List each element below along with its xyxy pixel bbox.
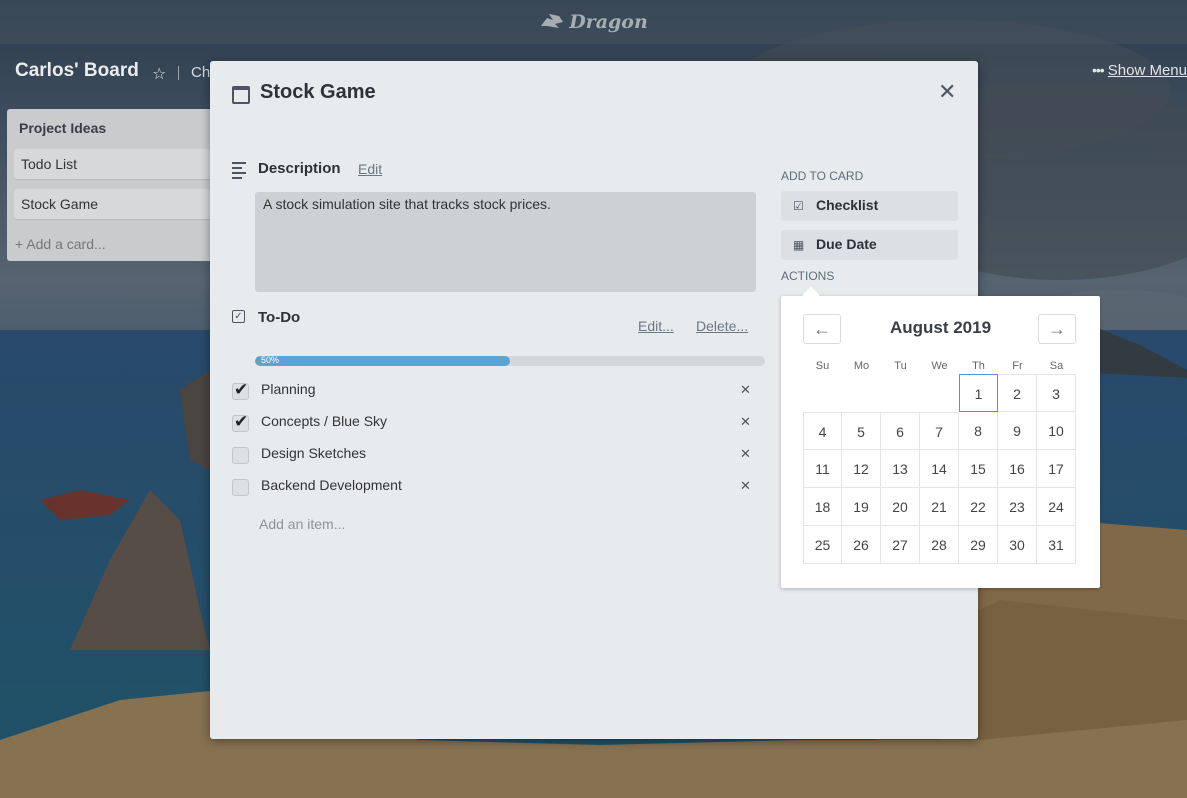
calendar-day[interactable]: 28: [920, 526, 959, 564]
checklist-item-label[interactable]: Design Sketches: [261, 445, 366, 461]
close-icon[interactable]: ✕: [938, 79, 956, 105]
calendar-day[interactable]: 16: [998, 450, 1037, 488]
calendar-day[interactable]: 11: [803, 450, 842, 488]
calendar-day[interactable]: 4: [803, 412, 842, 450]
calendar-day[interactable]: 23: [998, 488, 1037, 526]
weekday-label: Sa: [1049, 360, 1064, 372]
weekday-label: Th: [972, 360, 985, 372]
calendar-day[interactable]: 1: [959, 374, 998, 412]
description-text: A stock simulation site that tracks stoc…: [263, 196, 551, 212]
calendar-day[interactable]: 29: [959, 526, 998, 564]
calendar-day[interactable]: 25: [803, 526, 842, 564]
weekday-label: We: [931, 360, 948, 372]
add-item-input[interactable]: Add an item...: [259, 516, 345, 532]
app-header: Dragon: [0, 0, 1187, 44]
description-heading: Description: [258, 160, 341, 177]
checklist-item-label[interactable]: Concepts / Blue Sky: [261, 413, 387, 429]
actions-heading: ACTIONS: [781, 269, 835, 283]
checkbox[interactable]: [232, 380, 249, 400]
calendar-day[interactable]: 5: [842, 412, 881, 450]
description-icon: [232, 162, 246, 182]
checklist-icon: ✓: [232, 310, 245, 323]
list-card[interactable]: Todo List: [14, 149, 219, 180]
card-icon: [232, 86, 250, 104]
dragon-icon: [539, 10, 565, 35]
checklist-button-label: Checklist: [816, 197, 879, 213]
list-card[interactable]: Stock Game: [14, 189, 219, 220]
calendar-day[interactable]: 10: [1037, 412, 1076, 450]
checklist-button[interactable]: ☑ Checklist: [781, 191, 958, 221]
weekday-label: Fr: [1012, 360, 1023, 372]
due-date-button[interactable]: ▦ Due Date: [781, 230, 958, 260]
calendar-day[interactable]: 8: [959, 412, 998, 450]
calendar-day[interactable]: 6: [881, 412, 920, 450]
calendar-day[interactable]: 22: [959, 488, 998, 526]
checklist-item: Concepts / Blue Sky ✕: [232, 412, 762, 437]
weekday-label: Tu: [894, 360, 907, 372]
calendar-day[interactable]: 24: [1037, 488, 1076, 526]
calendar-day[interactable]: 12: [842, 450, 881, 488]
list-card-label: Todo List: [21, 156, 78, 172]
remove-item-icon[interactable]: ✕: [740, 414, 751, 430]
calendar-day[interactable]: 3: [1037, 374, 1076, 412]
calendar-day[interactable]: 13: [881, 450, 920, 488]
calendar-day[interactable]: 14: [920, 450, 959, 488]
calendar-day[interactable]: 9: [998, 412, 1037, 450]
checklist-delete-link[interactable]: Delete...: [696, 318, 748, 334]
calendar-day[interactable]: 2: [998, 374, 1037, 412]
divider: [178, 66, 179, 80]
calendar-day[interactable]: 20: [881, 488, 920, 526]
next-month-arrow-icon[interactable]: →: [1038, 314, 1076, 344]
date-picker-popover: ← August 2019 → Su Mo Tu We Th Fr Sa 123456789…: [781, 286, 1100, 588]
checkbox[interactable]: [232, 447, 249, 464]
show-menu-link[interactable]: Show Menu: [1108, 62, 1187, 79]
checkbox[interactable]: [232, 479, 249, 496]
calendar-day[interactable]: 17: [1037, 450, 1076, 488]
checkbox[interactable]: [232, 412, 249, 432]
checklist-item-label[interactable]: Planning: [261, 381, 316, 397]
board-title[interactable]: Carlos' Board: [15, 60, 139, 82]
calendar-day[interactable]: 19: [842, 488, 881, 526]
calendar-day[interactable]: 15: [959, 450, 998, 488]
list-title[interactable]: Project Ideas: [19, 120, 106, 136]
weekday-label: Mo: [853, 360, 870, 372]
checklist-item-label[interactable]: Backend Development: [261, 477, 402, 493]
checkbox-icon: ☑: [793, 199, 804, 213]
board-chip[interactable]: Ch: [191, 64, 210, 81]
description-edit-link[interactable]: Edit: [358, 161, 382, 177]
add-card-link[interactable]: + Add a card...: [15, 236, 106, 252]
calendar-day[interactable]: 18: [803, 488, 842, 526]
list-project-ideas: Project Ideas Todo List Stock Game + Add…: [7, 109, 227, 261]
remove-item-icon[interactable]: ✕: [740, 446, 751, 462]
more-icon: •••: [1092, 62, 1105, 78]
calendar-day[interactable]: 26: [842, 526, 881, 564]
checklist-progress-bar: 50%: [255, 356, 765, 366]
card-title[interactable]: Stock Game: [260, 81, 376, 104]
calendar-icon: ▦: [793, 238, 805, 252]
progress-label: 50%: [261, 356, 280, 365]
description-box[interactable]: A stock simulation site that tracks stoc…: [255, 192, 756, 292]
checklist-item: Backend Development ✕: [232, 477, 762, 501]
remove-item-icon[interactable]: ✕: [740, 382, 751, 398]
due-date-button-label: Due Date: [816, 236, 877, 252]
remove-item-icon[interactable]: ✕: [740, 478, 751, 494]
progress-fill: 50%: [255, 356, 510, 366]
weekday-label: Su: [815, 360, 830, 372]
checklist-heading: To-Do: [258, 309, 301, 326]
calendar-day[interactable]: 27: [881, 526, 920, 564]
checklist-edit-link[interactable]: Edit...: [638, 318, 674, 334]
calendar-day[interactable]: 31: [1037, 526, 1076, 564]
checklist-item: Planning ✕: [232, 380, 762, 405]
list-card-label: Stock Game: [21, 196, 99, 212]
add-to-card-heading: ADD TO CARD: [781, 169, 864, 183]
calendar-day[interactable]: 21: [920, 488, 959, 526]
app-logo-text: Dragon: [569, 11, 648, 33]
calendar-day[interactable]: 30: [998, 526, 1037, 564]
app-logo[interactable]: Dragon: [539, 10, 648, 35]
star-icon[interactable]: ☆: [152, 64, 168, 83]
calendar-day[interactable]: 7: [920, 412, 959, 450]
checklist-item: Design Sketches ✕: [232, 445, 762, 469]
